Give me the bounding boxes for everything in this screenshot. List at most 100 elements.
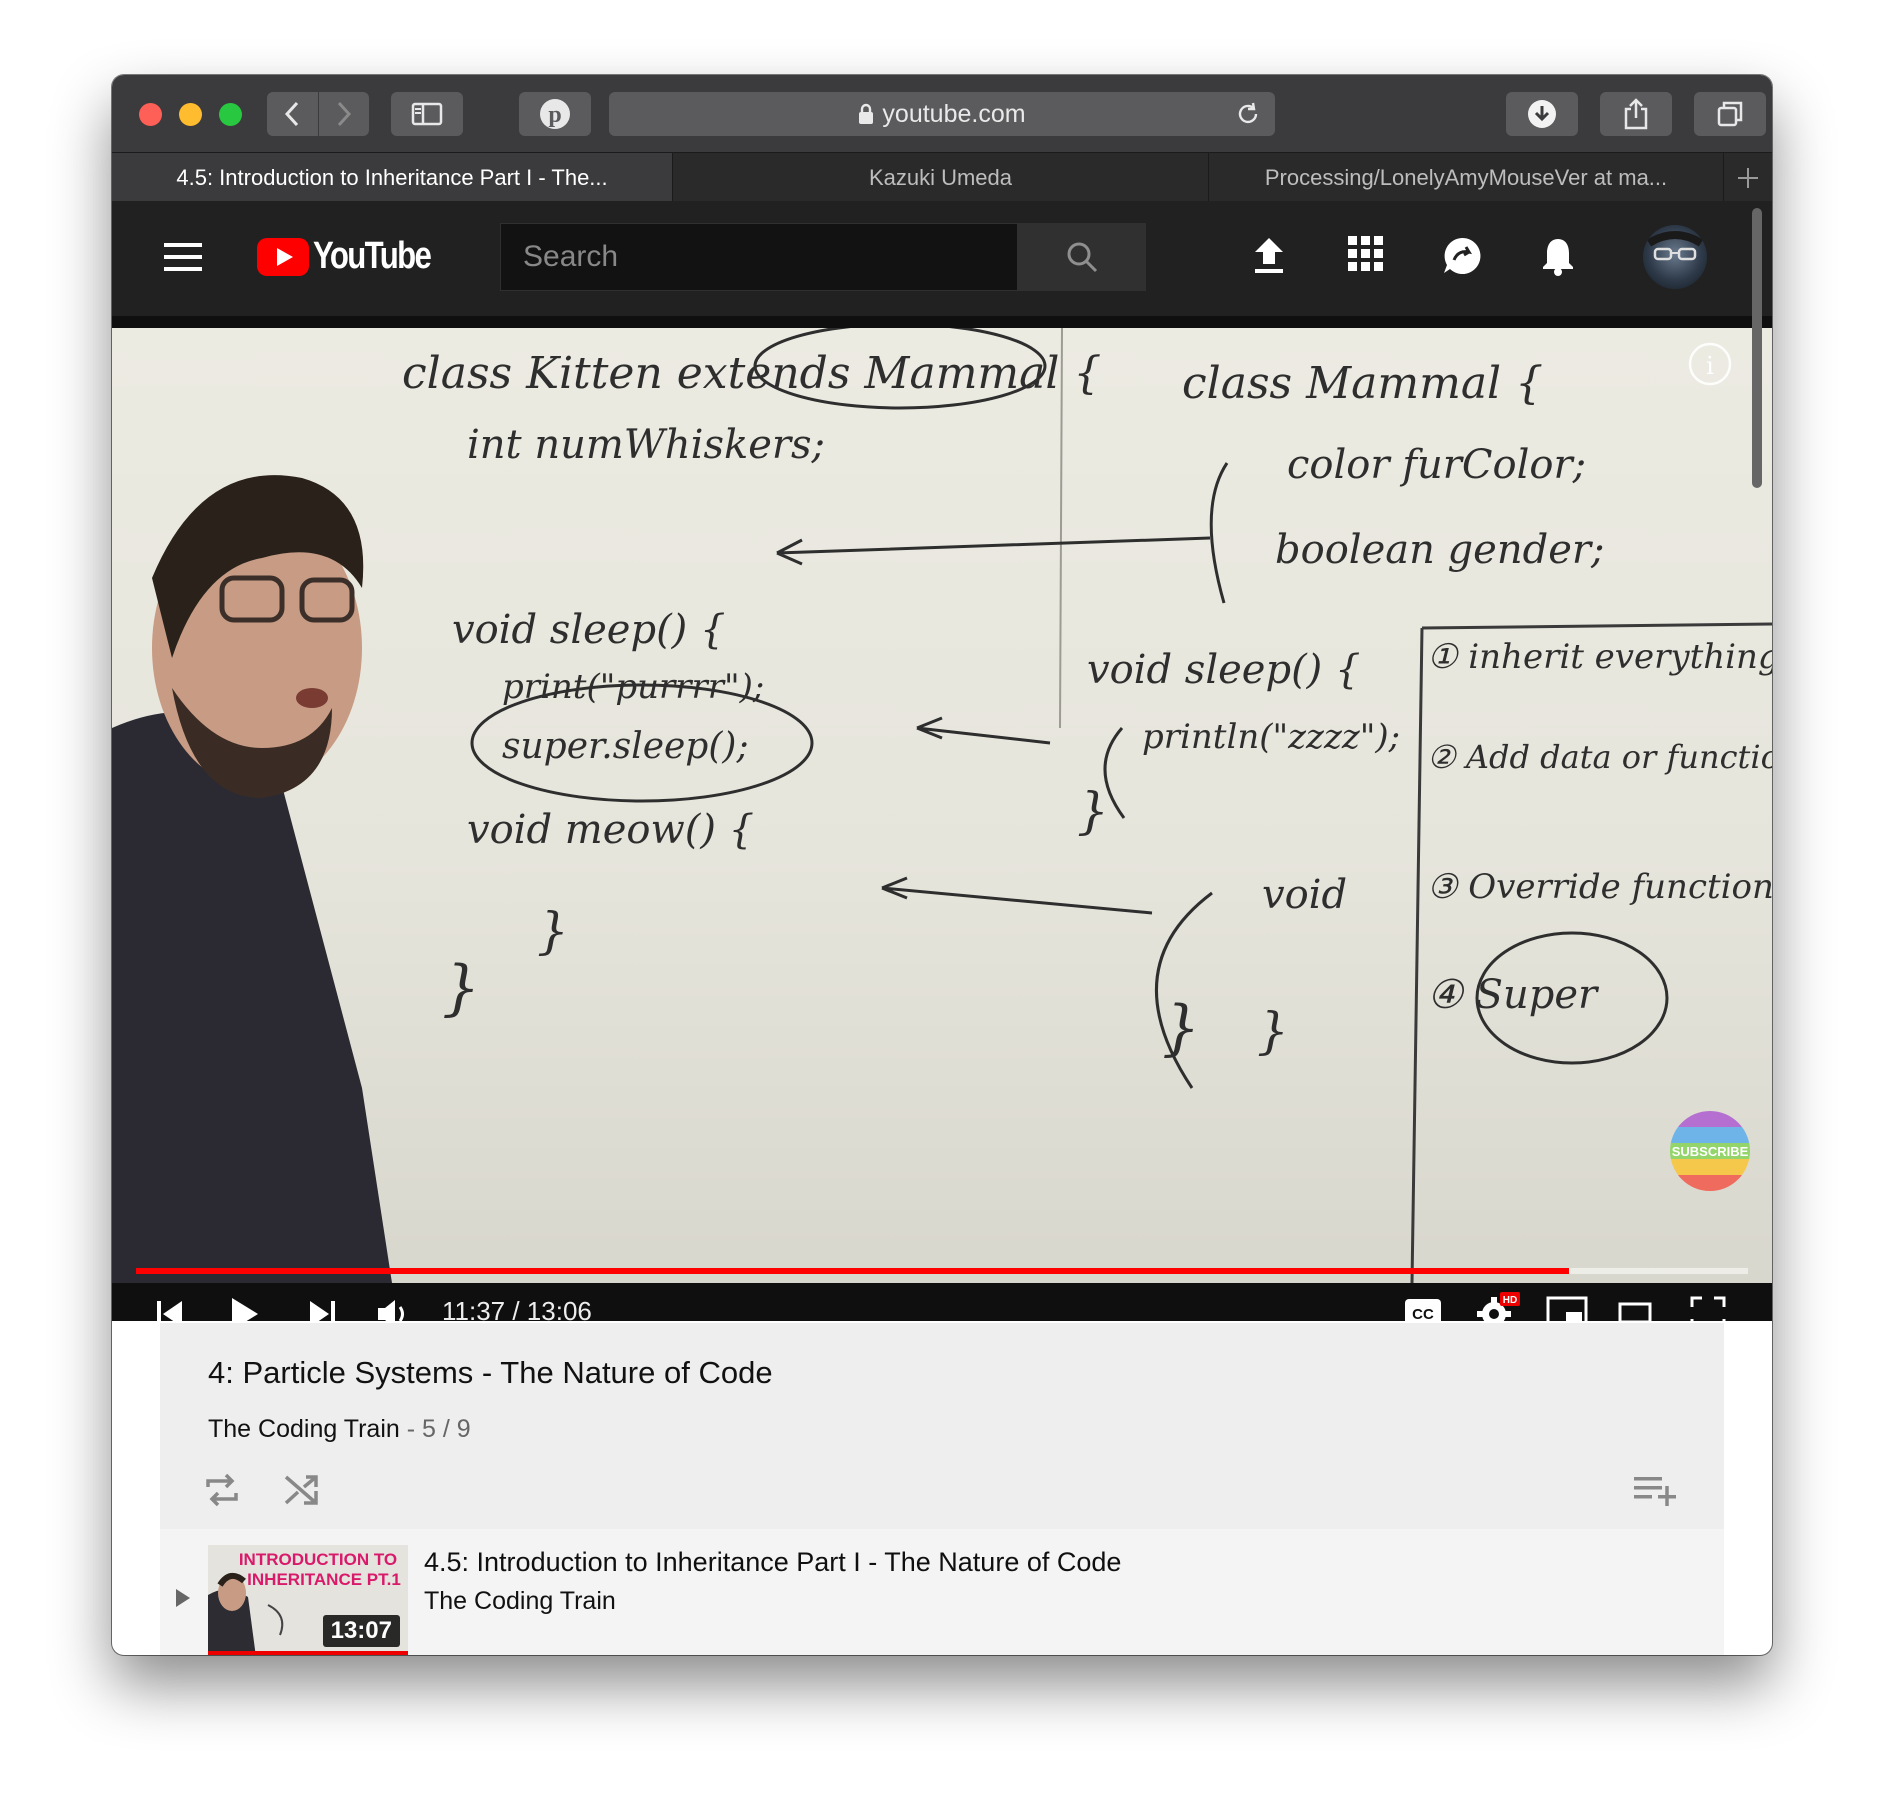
share-button[interactable] <box>1600 92 1672 136</box>
whiteboard-line: void sleep() { <box>452 607 725 653</box>
shuffle-playlist-icon[interactable] <box>284 1473 320 1507</box>
playlist-position: - 5 / 9 <box>406 1415 471 1443</box>
search-button[interactable] <box>1018 223 1146 291</box>
svg-text:}: } <box>537 902 569 960</box>
whiteboard-line: void meow() { <box>467 807 754 853</box>
video-frame: class Kitten extends Mammal { int numWhi… <box>112 328 1772 1283</box>
miniplayer-icon[interactable] <box>1546 1296 1588 1321</box>
svg-text:}: } <box>442 953 480 1023</box>
messages-icon[interactable] <box>1442 236 1482 276</box>
svg-text:HD: HD <box>1503 1295 1517 1306</box>
whiteboard-content: class Kitten extends Mammal { int numWhi… <box>112 328 1772 1283</box>
whiteboard-line: ③ Override functions <box>1427 867 1772 907</box>
search-input[interactable]: Search <box>500 223 1018 291</box>
playlist-panel: 4: Particle Systems - The Nature of Code… <box>160 1323 1724 1655</box>
close-window-button[interactable] <box>139 103 162 126</box>
share-icon <box>1624 98 1648 130</box>
sidebar-toggle-button[interactable] <box>391 92 463 136</box>
youtube-play-logo-icon <box>257 237 309 276</box>
video-player[interactable]: class Kitten extends Mammal { int numWhi… <box>112 316 1772 1321</box>
time-display: 11:37 / 13:06 <box>442 1296 592 1321</box>
playlist-subtitle: The Coding Train - 5 / 9 <box>208 1415 471 1444</box>
svg-text:SUBSCRIBE: SUBSCRIBE <box>1672 1144 1749 1159</box>
whiteboard-line: class Mammal { <box>1182 358 1543 409</box>
svg-text:}: } <box>1162 993 1200 1063</box>
search-icon <box>1067 242 1098 273</box>
download-icon <box>1528 100 1556 128</box>
url-text: youtube.com <box>882 99 1026 128</box>
previous-icon[interactable] <box>156 1299 184 1321</box>
tab-inheritance-video[interactable]: 4.5: Introduction to Inheritance Part I … <box>112 153 673 202</box>
address-bar[interactable]: youtube.com <box>609 92 1275 136</box>
watched-progress-bar <box>208 1651 408 1655</box>
playlist-video-channel[interactable]: The Coding Train <box>424 1587 616 1616</box>
chevron-left-icon <box>285 101 299 127</box>
notifications-bell-icon[interactable] <box>1540 236 1576 276</box>
upload-icon[interactable] <box>1252 236 1286 276</box>
youtube-header: YouTube Search <box>112 201 1772 316</box>
svg-text:i: i <box>1706 352 1714 380</box>
page-scrollbar[interactable] <box>1752 208 1762 488</box>
play-icon[interactable] <box>230 1296 260 1321</box>
whiteboard-line: color furColor; <box>1287 442 1586 488</box>
whiteboard-line: println("zzzz"); <box>1142 717 1400 757</box>
sidebar-icon <box>411 102 443 126</box>
volume-icon[interactable] <box>376 1298 410 1321</box>
whiteboard-line: void sleep() { <box>1087 647 1360 693</box>
settings-gear-icon[interactable]: HD <box>1476 1292 1520 1321</box>
tab-kazuki-umeda[interactable]: Kazuki Umeda <box>673 153 1209 202</box>
svg-text:CC: CC <box>1412 1306 1434 1321</box>
pinterest-icon: p <box>540 99 570 129</box>
reload-icon[interactable] <box>1235 101 1261 127</box>
tab-label: 4.5: Introduction to Inheritance Part I … <box>176 164 608 190</box>
hamburger-menu-icon[interactable] <box>164 243 202 271</box>
info-icon[interactable]: i <box>1688 342 1732 386</box>
whiteboard-line: void <box>1262 872 1347 918</box>
back-button[interactable] <box>267 92 319 136</box>
lock-icon <box>859 103 874 124</box>
new-tab-button[interactable] <box>1724 153 1772 202</box>
video-thumbnail[interactable]: INTRODUCTION TO INHERITANCE PT.1 13:07 <box>208 1545 408 1655</box>
whiteboard-line: ① inherit everything <box>1427 637 1772 677</box>
presenter <box>112 475 392 1283</box>
whiteboard-line: ④ Super <box>1427 972 1600 1018</box>
downloads-button[interactable] <box>1506 92 1578 136</box>
svg-text:}: } <box>1257 1002 1289 1060</box>
back-forward-group <box>267 92 369 136</box>
playlist-channel[interactable]: The Coding Train <box>208 1415 400 1443</box>
add-to-playlist-icon[interactable] <box>1634 1475 1676 1507</box>
video-duration: 13:07 <box>322 1615 400 1647</box>
youtube-logo-text: YouTube <box>313 235 432 277</box>
search-placeholder: Search <box>523 240 619 273</box>
subscribe-badge[interactable]: SUBSCRIBE <box>1670 1111 1750 1195</box>
show-tabs-button[interactable] <box>1694 92 1766 136</box>
playlist-video-title[interactable]: 4.5: Introduction to Inheritance Part I … <box>424 1547 1121 1578</box>
zoom-window-button[interactable] <box>219 103 242 126</box>
tab-label: Processing/LonelyAmyMouseVer at ma... <box>1264 164 1668 190</box>
tab-bar: 4.5: Introduction to Inheritance Part I … <box>112 152 1772 202</box>
whiteboard-line: ② Add data or functionality <box>1427 738 1772 776</box>
youtube-logo[interactable]: YouTube <box>257 235 456 278</box>
theater-mode-icon[interactable] <box>1618 1302 1652 1321</box>
pinterest-extension-button[interactable]: p <box>519 92 591 136</box>
tabs-overview-icon <box>1717 101 1743 127</box>
next-icon[interactable] <box>308 1299 336 1321</box>
playlist-item[interactable]: INTRODUCTION TO INHERITANCE PT.1 13:07 4… <box>160 1529 1724 1655</box>
svg-text:}: } <box>1077 782 1109 840</box>
tab-processing[interactable]: Processing/LonelyAmyMouseVer at ma... <box>1209 153 1724 202</box>
forward-button[interactable] <box>319 92 370 136</box>
closed-captions-icon[interactable]: CC <box>1404 1298 1442 1321</box>
browser-toolbar: p youtube.com <box>112 75 1772 152</box>
avatar[interactable] <box>1643 225 1707 289</box>
browser-window: p youtube.com 4.5: Introduction to Inher… <box>112 75 1772 1655</box>
loop-playlist-icon[interactable] <box>204 1473 240 1507</box>
progress-bar[interactable] <box>136 1268 1569 1274</box>
whiteboard-line: class Kitten extends Mammal { <box>402 348 1101 399</box>
fullscreen-icon[interactable] <box>1690 1296 1726 1321</box>
apps-grid-icon[interactable] <box>1348 236 1384 272</box>
svg-text:INHERITANCE PT.1: INHERITANCE PT.1 <box>247 1570 401 1589</box>
minimize-window-button[interactable] <box>179 103 202 126</box>
playlist-title[interactable]: 4: Particle Systems - The Nature of Code <box>208 1355 773 1391</box>
svg-text:INTRODUCTION TO: INTRODUCTION TO <box>239 1550 397 1569</box>
chevron-right-icon <box>337 101 351 127</box>
